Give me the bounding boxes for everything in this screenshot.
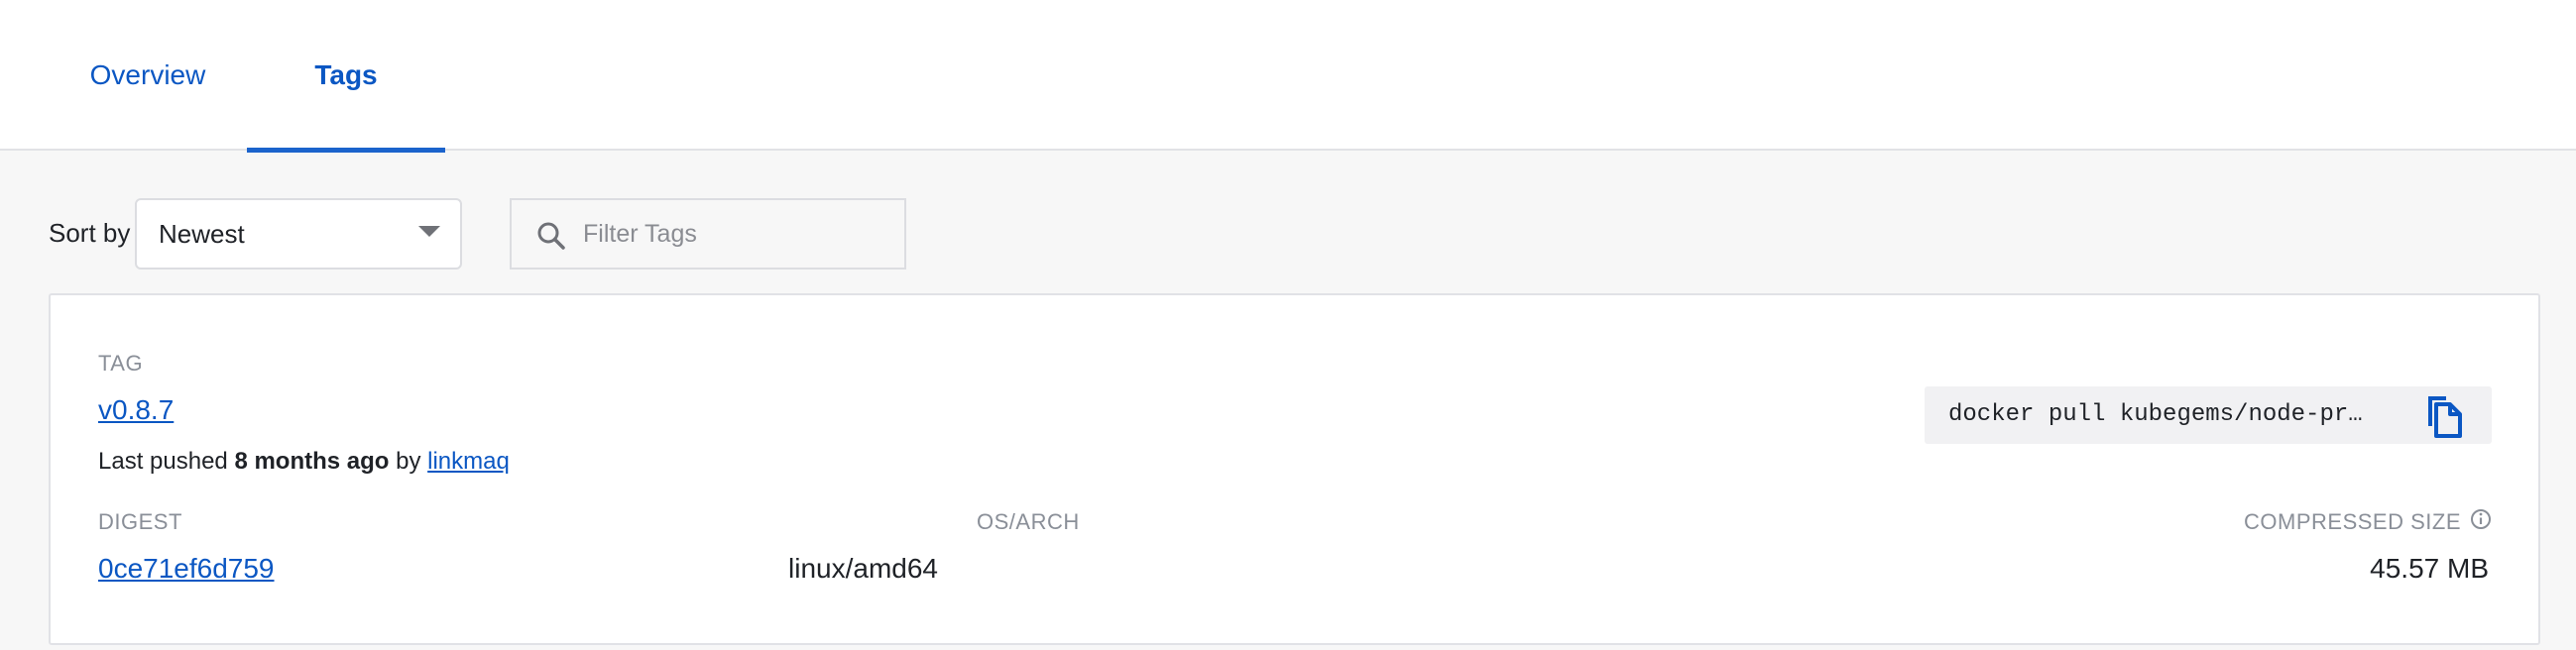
search-icon bbox=[537, 222, 565, 250]
info-icon[interactable] bbox=[2469, 507, 2493, 531]
tab-tags-label: Tags bbox=[314, 59, 378, 90]
digest-column-header: DIGEST bbox=[98, 509, 182, 534]
tag-heading: TAG bbox=[98, 351, 144, 376]
tab-bar: Overview Tags bbox=[0, 0, 2576, 153]
copy-icon[interactable] bbox=[2420, 392, 2468, 440]
filter-tags-input[interactable] bbox=[581, 200, 898, 268]
os-arch-value: linux/amd64 bbox=[788, 553, 938, 584]
filter-tags-field bbox=[510, 198, 906, 270]
pushed-user-link[interactable]: linkmaq bbox=[427, 448, 510, 475]
compressed-size-value: 45.57 MB bbox=[2370, 553, 2489, 584]
active-tab-indicator bbox=[247, 148, 445, 153]
tab-tags[interactable]: Tags bbox=[247, 0, 445, 153]
digest-link[interactable]: 0ce71ef6d759 bbox=[98, 553, 275, 585]
pushed-time: 8 months ago bbox=[234, 448, 390, 475]
sort-select[interactable]: Newest bbox=[135, 198, 462, 270]
pull-command-text[interactable]: docker pull kubegems/node-problem-detect… bbox=[1948, 401, 2375, 428]
compressed-size-column-header: COMPRESSED SIZE bbox=[2244, 509, 2461, 534]
tag-card: TAG v0.8.7 Last pushed 8 months ago by l… bbox=[49, 293, 2540, 645]
pushed-prefix: Last pushed bbox=[98, 448, 235, 475]
os-arch-column-header: OS/ARCH bbox=[977, 509, 1080, 534]
pushed-by: by bbox=[389, 448, 428, 475]
tab-overview-label: Overview bbox=[89, 59, 206, 90]
sort-select-value: Newest bbox=[159, 218, 245, 249]
caret-down-icon bbox=[418, 226, 440, 237]
sort-by-label: Sort by bbox=[49, 218, 131, 248]
pull-command-box: docker pull kubegems/node-problem-detect… bbox=[1925, 386, 2492, 444]
last-pushed-info: Last pushed 8 months ago by linkmaq bbox=[98, 448, 510, 476]
tag-name-link[interactable]: v0.8.7 bbox=[98, 394, 174, 426]
tab-overview[interactable]: Overview bbox=[50, 0, 246, 151]
